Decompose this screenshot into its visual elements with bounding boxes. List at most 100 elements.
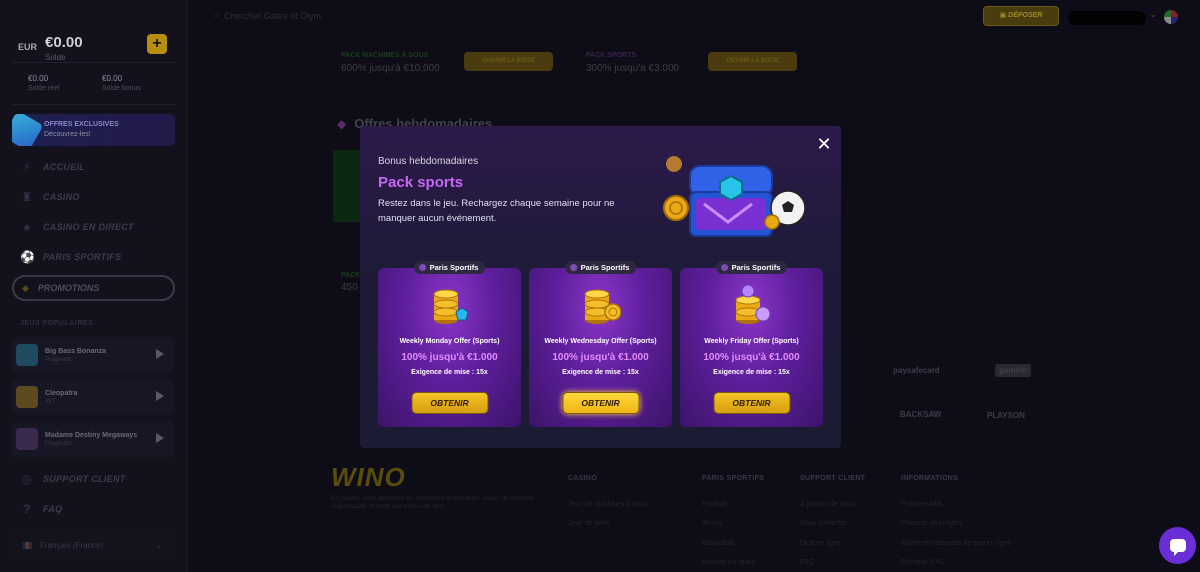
play-icon[interactable] — [156, 391, 164, 401]
modal-title: Pack sports — [378, 174, 464, 191]
footer-link[interactable]: FAQ — [800, 559, 814, 566]
offer-amount: 100% jusqu'à €1.000 — [703, 352, 800, 363]
footer-link[interactable]: Football — [702, 501, 727, 508]
bonus-balance: €0.00 Solde bonus — [102, 74, 141, 92]
deposit-label: DÉPOSER — [1008, 12, 1043, 19]
pack-card-bg — [333, 150, 361, 222]
pack-offer: 450 — [341, 282, 358, 293]
game-provider: IGT — [45, 398, 55, 405]
footer-link[interactable]: Politique des règles — [901, 520, 962, 527]
coin-stack-icon — [735, 284, 770, 324]
sidebar-item-promotions[interactable]: ◆ PROMOTIONS — [12, 275, 175, 301]
footer-link[interactable]: Jeux de machines à sous — [568, 501, 647, 508]
popular-games-heading: JEUX POPULAIRES — [20, 320, 94, 327]
offer-card-friday: Paris Sportifs Weekly Friday Offer (Spor… — [680, 261, 823, 427]
get-offer-button[interactable]: OBTENIR — [713, 392, 790, 414]
offers-title: OFFRES EXCLUSIVES — [44, 121, 119, 128]
game-provider: Pragmatic — [45, 356, 73, 363]
real-balance-value: €0.00 — [28, 74, 49, 83]
footer-link[interactable]: Politique KYC — [901, 559, 944, 566]
game-item[interactable]: Cleopatra IGT — [12, 379, 174, 415]
sidebar-item-casino[interactable]: ♜ CASINO — [20, 190, 80, 204]
balance-label: Solde — [45, 53, 66, 62]
game-name: Madame Destiny Megaways — [45, 431, 138, 439]
bonus-balance-value: €0.00 — [102, 74, 123, 83]
open-box-button[interactable]: OUVRIR LA BOITE — [464, 52, 553, 71]
game-item[interactable]: Big Bass Bonanza Pragmatic — [12, 337, 174, 373]
live-chat-button[interactable] — [1159, 527, 1196, 564]
language-label: Français (France) — [40, 540, 104, 550]
play-icon[interactable] — [156, 349, 164, 359]
footer-link[interactable]: Jeux de table — [568, 520, 610, 527]
balance-block: EUR €0.00 Solde — [18, 34, 83, 62]
user-menu[interactable] — [1068, 11, 1146, 25]
gift-icon: ◆ — [22, 282, 29, 293]
footer-link[interactable]: Basketball — [702, 540, 734, 547]
language-flag-icon[interactable] — [1164, 10, 1178, 24]
pack-offer: 300% jusqu'à €3.000 — [586, 63, 680, 74]
chevron-down-icon[interactable]: ⌄ — [1150, 10, 1157, 19]
deposit-button[interactable]: ▣ DÉPOSER — [983, 6, 1059, 26]
gem-icon — [12, 114, 44, 146]
sidebar-item-label: PROMOTIONS — [37, 283, 100, 293]
sidebar-item-paris-sportifs[interactable]: ⚽ PARIS SPORTIFS — [20, 250, 121, 264]
footer-heading: INFORMATIONS — [901, 475, 959, 482]
search-input[interactable]: ⌕ Chercher Gates of Olym — [214, 10, 321, 21]
offer-card-monday: Paris Sportifs Weekly Monday Offer (Spor… — [378, 261, 521, 427]
sidebar-item-label: ACCUEIL — [43, 162, 86, 172]
footer-heading: CASINO — [568, 475, 598, 482]
wagering-requirement: Exigence de mise : 15x — [562, 369, 639, 376]
footer-link[interactable]: Hockey sur glace — [702, 559, 756, 566]
exclusive-offers-banner[interactable]: OFFRES EXCLUSIVES Découvrez-les! — [12, 114, 175, 146]
offer-name: Weekly Wednesday Offer (Sports) — [544, 338, 657, 345]
category-badge: Paris Sportifs — [715, 261, 788, 274]
game-item[interactable]: Madame Destiny Megaways Pragmatic — [12, 421, 174, 457]
modal-subtitle: Bonus hebdomadaires — [378, 156, 479, 167]
game-thumbnail — [16, 428, 38, 450]
wallet-icon: ▣ — [999, 12, 1009, 19]
brand-logo: gamble — [995, 364, 1032, 377]
footer-link[interactable]: Nous contacter — [800, 520, 847, 527]
add-funds-button[interactable]: + — [147, 34, 167, 54]
open-box-button[interactable]: OUVRIR LA BOITE — [708, 52, 797, 71]
sidebar-item-faq[interactable]: ? FAQ — [20, 502, 62, 516]
real-balance-label: Solde réel — [28, 85, 60, 92]
chat-icon — [1169, 539, 1186, 556]
pack-offer: 600% jusqu'à €10.000 — [341, 63, 440, 74]
diamond-icon: ◆ — [337, 116, 347, 131]
footer-logo: WINO — [331, 462, 406, 492]
footer-heading: PARIS SPORTIFS — [702, 475, 765, 482]
game-name: Cleopatra — [45, 389, 78, 397]
offer-amount: 100% jusqu'à €1.000 — [401, 352, 498, 363]
game-thumbnail — [16, 386, 38, 408]
sidebar-item-label: FAQ — [43, 504, 63, 514]
close-icon[interactable]: ✕ — [816, 135, 832, 153]
language-select[interactable]: Français (France) ⌄ — [12, 534, 174, 556]
offer-amount: 100% jusqu'à €1.000 — [552, 352, 649, 363]
sidebar-item-label: CASINO EN DIRECT — [43, 222, 134, 232]
footer-link[interactable]: Tennis — [702, 520, 722, 527]
sidebar-item-casino-direct[interactable]: ♠ CASINO EN DIRECT — [20, 220, 134, 234]
balance-value: €0.00 — [45, 34, 83, 51]
footer-link[interactable]: Droit en ligne — [800, 540, 841, 547]
offer-card-wednesday: Paris Sportifs Weekly Wednesday Offer (S… — [529, 261, 672, 427]
play-icon[interactable] — [156, 433, 164, 443]
offer-name: Weekly Monday Offer (Sports) — [399, 338, 500, 345]
sidebar-item-accueil[interactable]: ⚡ ACCUEIL — [20, 160, 85, 174]
game-provider: Pragmatic — [45, 440, 73, 447]
sidebar-item-label: SUPPORT CLIENT — [43, 474, 126, 484]
chevron-down-icon: ⌄ — [155, 540, 162, 550]
get-offer-button[interactable]: OBTENIR — [562, 392, 639, 414]
weekly-bonus-modal: ✕ Bonus hebdomadaires Pack sports Restez… — [360, 126, 841, 448]
footer-link[interactable]: Politique AML — [901, 501, 944, 508]
sidebar-item-support[interactable]: ◎ SUPPORT CLIENT — [20, 472, 126, 486]
search-placeholder: Chercher Gates of Olym — [224, 10, 322, 21]
footer-link[interactable]: À propos de nous — [800, 501, 855, 508]
pack-title: PACK SPORTS — [586, 52, 637, 59]
real-balance: €0.00 Solde réel — [28, 74, 60, 92]
get-offer-button[interactable]: OBTENIR — [411, 392, 488, 414]
footer-link[interactable]: Sports et méthodes de pari en ligne — [901, 540, 1012, 547]
sidebar-item-label: CASINO — [43, 192, 80, 202]
brand-logo: PLAYSON — [987, 411, 1025, 420]
sidebar-item-label: PARIS SPORTIFS — [43, 252, 122, 262]
